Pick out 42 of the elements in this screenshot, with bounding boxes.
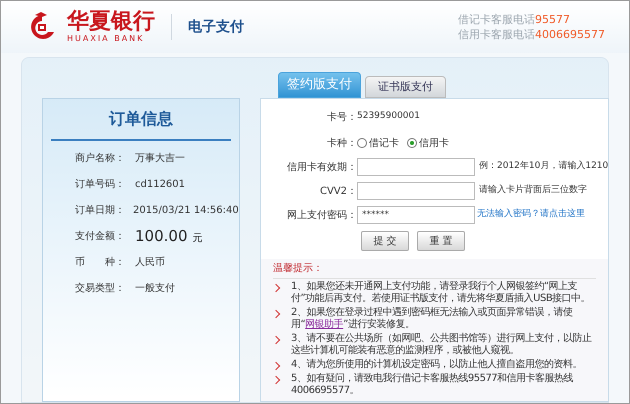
input-field[interactable] [357, 182, 475, 200]
tip-text: 3、请不要在公共场所（如网吧、公共图书馆等）进行网上支付，以防止这些计算机可能装有恶意的监测程序，或被他人窥视。 [291, 333, 593, 357]
field-label: 网上支付密码： [286, 208, 357, 222]
field-value: cd112601 [135, 178, 186, 192]
field-label: 交易类型： [75, 282, 126, 296]
payment-tab[interactable]: 证书版支付 [365, 76, 446, 98]
tip-text: 2、如果您在登录过程中遇到密码框无法输入或页面异常错误，请使用“网银助手”进行安装修复。 [291, 307, 574, 331]
tip-text: 4、请为您所使用的计算机设定密码，以防止他人擅自盗用您的资料。 [291, 359, 582, 371]
tips-title: 温馨提示： [273, 259, 596, 279]
bank-name-english: HUAXIA BANK [67, 34, 146, 44]
help-link[interactable]: 无法输入密码？请点击这里 [477, 208, 585, 222]
bank-name: 华夏银行 [67, 10, 155, 34]
form-button[interactable]: 提 交 [361, 231, 409, 251]
amount-value: 100.00 元 [135, 226, 202, 247]
input-field[interactable]: ****** [357, 206, 475, 224]
tip-text: 5、如有疑问，请致电我行借记卡客服热线95577和信用卡客服热线4006695577。 [291, 373, 574, 397]
field-label: 商户名称： [75, 152, 126, 166]
card-number: 52395900001 [357, 110, 420, 124]
field-value: 万事大吉一 [135, 152, 185, 166]
field-label: 卡号： [326, 110, 357, 124]
field-label: 订单号码： [75, 178, 126, 192]
order-title: 订单信息 [51, 99, 231, 141]
field-hint: 请输入卡片背面后三位数字 [479, 184, 587, 198]
input-field[interactable] [357, 158, 475, 176]
hotline-text: 信用卡客服电话4006695577 [458, 27, 605, 42]
field-hint: 例：2012年10月，请输入1210 [479, 160, 608, 174]
service-title: 电子支付 [188, 18, 244, 36]
card-type-radio[interactable]: 信用卡 [407, 136, 449, 150]
tip-text: 1、如果您还未开通网上支付功能，请登录我行个人网银签约“网上支付”功能后再支付。若使用证书版支付，请先将华夏盾插入USB接口中。 [291, 281, 592, 305]
field-label: 订单日期： [75, 204, 125, 218]
field-value: 人民币 [135, 256, 165, 270]
field-value: 一般支付 [135, 282, 175, 296]
form-button[interactable]: 重 置 [417, 231, 465, 251]
helper-link[interactable]: 网银助手 [305, 319, 344, 330]
hotline-text: 借记卡客服电话95577 [458, 12, 570, 27]
field-label: 支付金额： [75, 230, 126, 244]
field-label: 卡种： [326, 136, 357, 150]
field-label: 信用卡有效期： [286, 160, 357, 174]
field-value: 2015/03/21 14:56:40 [133, 204, 239, 218]
field-label: 币 种： [75, 256, 126, 270]
card-type-radio[interactable]: 借记卡 [357, 136, 399, 150]
field-label: CVV2： [318, 184, 357, 198]
